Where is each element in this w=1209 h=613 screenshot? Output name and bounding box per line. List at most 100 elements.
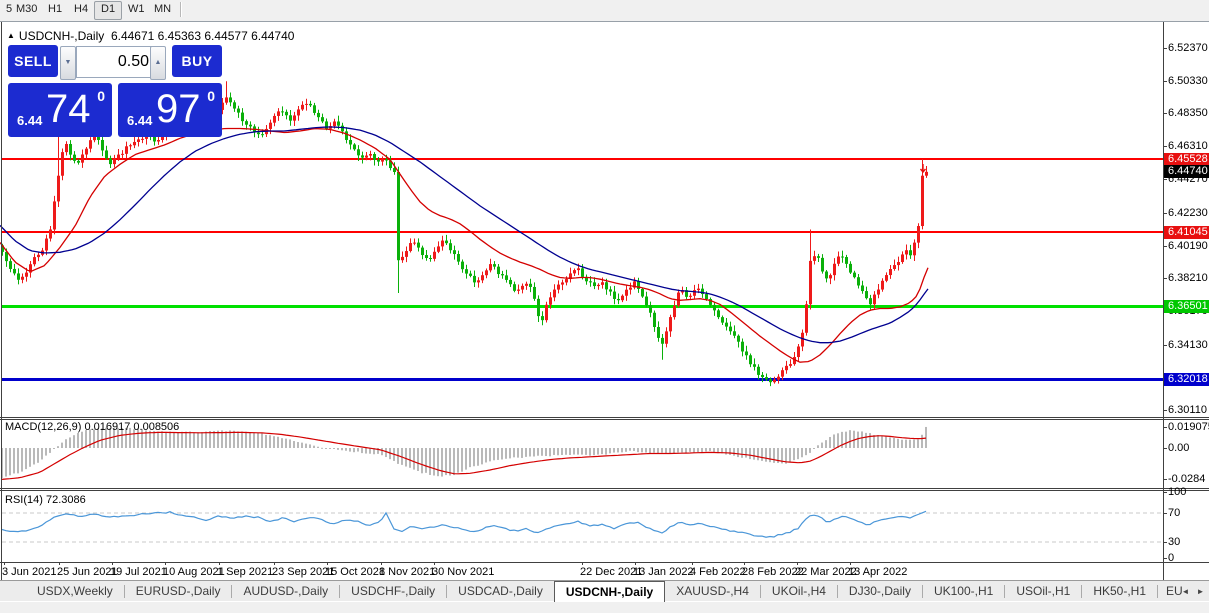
macd-histogram-bar [893,437,895,448]
candle-body [241,112,244,122]
candle-body [521,285,524,290]
chart-tab-usdcad-daily[interactable]: USDCAD-,Daily [447,581,554,602]
chart-tab-eu[interactable]: EU [1158,581,1182,602]
macd-histogram-bar [561,448,563,455]
rsi-line [1,510,927,538]
tabs-scroll-right-button[interactable]: ► [1195,585,1206,598]
candle-body [357,149,360,156]
chart-tab-usdx-weekly[interactable]: USDX,Weekly [26,581,124,602]
macd-histogram-bar [773,448,775,463]
candle-body [657,327,660,338]
candle-body [269,122,272,129]
volume-decrease-button[interactable]: ▼ [60,46,76,80]
sell-button[interactable]: SELL [8,45,58,77]
candle-body [829,275,832,279]
macd-histogram-bar [453,448,455,476]
chart-tab-audusd-daily[interactable]: AUDUSD-,Daily [232,581,339,602]
macd-histogram-bar [17,448,19,474]
macd-histogram-bar [801,448,803,458]
sell-price-display[interactable]: 6.44 74 0 [8,83,112,137]
timeframe-button-d1[interactable]: D1 [94,1,123,20]
chart-tab-usdchf-daily[interactable]: USDCHF-,Daily [340,581,446,602]
buy-button[interactable]: BUY [172,45,222,77]
candle-body [617,298,620,301]
candle-body [129,145,132,147]
chart-tab-uk100-h1[interactable]: UK100-,H1 [923,581,1004,602]
candle-body [581,268,584,277]
candle-body [777,376,780,380]
macd-histogram-bar [665,448,667,454]
macd-histogram-bar [729,448,731,455]
macd-histogram-bar [913,439,915,448]
timeframe-button-mn[interactable]: MN [148,1,177,18]
macd-histogram-bar [869,433,871,448]
sell-price-prefix: 6.44 [17,113,43,128]
chart-tabs-bar: USDX,Weekly EURUSD-,Daily AUDUSD-,Daily USD… [0,580,1209,602]
macd-histogram-bar [413,448,415,470]
macd-histogram-bar [569,448,571,455]
macd-histogram-bar [353,448,355,453]
macd-histogram-bar [33,448,35,465]
chart-tab-eurusd-daily[interactable]: EURUSD-,Daily [125,581,232,602]
macd-histogram-bar [797,448,799,460]
timeframe-button-h4[interactable]: H4 [68,1,94,18]
chart-tab-dj30-daily[interactable]: DJ30-,Daily [838,581,922,602]
macd-histogram-bar [421,448,423,474]
price-axis-tick [1163,213,1167,214]
price-axis-tick [1163,179,1167,180]
macd-histogram-bar [825,440,827,448]
macd-histogram-bar [529,448,531,457]
date-axis-tick [219,562,220,565]
volume-input[interactable]: 0.50 [76,46,156,78]
chart-tab-hk50-h1[interactable]: HK50-,H1 [1082,581,1157,602]
rsi-axis-label: 30 [1168,536,1181,548]
macd-histogram-bar [273,436,275,448]
candle-body [21,276,24,280]
macd-histogram-bar [9,448,11,476]
date-axis-label: 3 Jun 2021 [2,566,57,578]
price-level-line-6.32018[interactable] [2,378,1163,381]
tabs-scroll-left-button[interactable]: ◄ [1180,585,1191,598]
collapse-panel-icon[interactable]: ▲ [7,31,15,40]
chart-window-top-border [0,21,1209,22]
candle-body [713,304,716,311]
price-badge-6.41045: 6.41045 [1164,226,1209,239]
macd-histogram-bar [201,432,203,448]
timeframe-button-w1[interactable]: W1 [122,1,151,18]
candle-body [113,158,116,165]
chart-tab-xauusd-h4[interactable]: XAUUSD-,H4 [665,581,760,602]
date-axis-tick [4,562,5,565]
macd-histogram-bar [581,448,583,455]
macd-axis-label-tick [1163,427,1167,428]
rsi-axis-label: 100 [1168,486,1187,498]
date-axis-tick [434,562,435,565]
candle-body [553,289,556,298]
macd-histogram-bar [881,435,883,448]
candle-body [281,111,284,113]
timeframe-button-m30[interactable]: M30 [10,1,43,18]
timeframe-button-h1[interactable]: H1 [42,1,68,18]
candle-body [525,283,528,286]
candle-body [661,337,664,344]
candle-body [369,154,372,156]
candle-body [901,254,904,263]
volume-increase-button[interactable]: ▲ [150,46,166,80]
buy-price-display[interactable]: 6.44 97 0 [118,83,222,137]
candle-body [333,121,336,127]
candle-body [321,117,324,122]
macd-histogram-bar [437,448,439,477]
candle-body [705,294,708,300]
macd-histogram-bar [537,448,539,456]
chart-tab-ukoil-h4[interactable]: UKOil-,H4 [761,581,837,602]
macd-histogram-bar [365,448,367,454]
price-level-line-6.36501[interactable] [2,305,1163,308]
candle-body [761,374,764,378]
macd-histogram-bar [641,448,643,453]
price-level-line-6.41045[interactable] [2,231,1163,233]
chart-tab-usdcnh-daily[interactable]: USDCNH-,Daily [553,581,666,602]
candle-body [885,275,888,281]
candle-body [693,290,696,296]
candle-body [353,144,356,150]
chart-tab-usoil-h1[interactable]: USOil-,H1 [1005,581,1081,602]
price-level-line-6.45528[interactable] [2,158,1163,160]
